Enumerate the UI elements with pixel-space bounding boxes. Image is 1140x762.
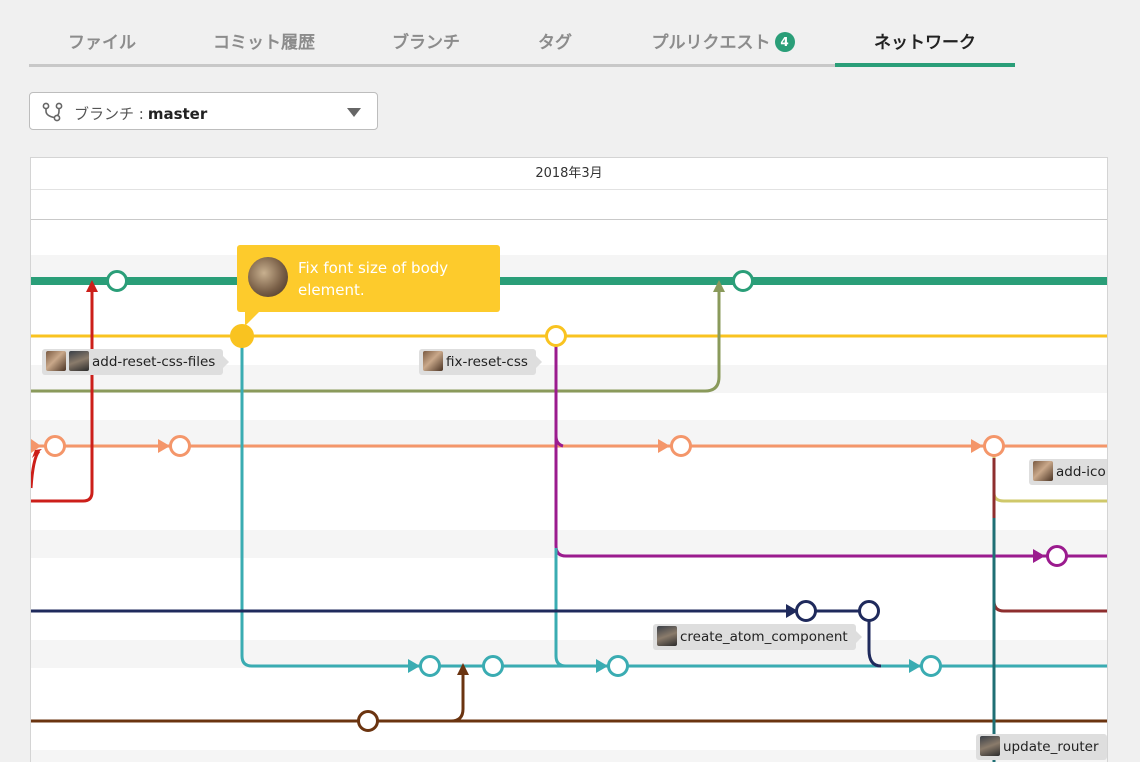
branch-label-update-router[interactable]: update_router xyxy=(976,734,1107,760)
branch-label-text: add-reset-css-files xyxy=(92,354,216,370)
tab-files[interactable]: ファイル xyxy=(29,28,175,64)
tab-tags[interactable]: タグ xyxy=(505,28,605,64)
tab-pull-requests-label: プルリクエスト xyxy=(651,33,771,53)
branch-value: master xyxy=(147,105,208,123)
branch-label-add-ico[interactable]: add-ico xyxy=(1029,459,1107,485)
branch-prefix-text: ブランチ : xyxy=(74,105,144,123)
branch-label-text: add-ico xyxy=(1056,464,1106,480)
tab-files-label: ファイル xyxy=(68,33,136,53)
pull-request-count-badge: 4 xyxy=(774,32,795,52)
tab-network-label: ネットワーク xyxy=(874,33,976,53)
tab-branches-label: ブランチ xyxy=(392,33,460,53)
tab-tags-label: タグ xyxy=(538,33,572,53)
avatar xyxy=(46,351,66,371)
branch-icon xyxy=(42,102,63,122)
tab-pull-requests[interactable]: プルリクエスト 4 xyxy=(618,28,828,64)
avatar xyxy=(248,257,288,297)
branch-label-text: create_atom_component xyxy=(680,629,848,645)
tab-branches[interactable]: ブランチ xyxy=(350,28,502,64)
tab-commit-history[interactable]: コミット履歴 xyxy=(180,28,348,64)
chevron-down-icon xyxy=(347,108,361,117)
branch-label-fix-reset-css[interactable]: fix-reset-css xyxy=(419,349,542,375)
commit-tooltip: Fix font size of body element. xyxy=(237,245,500,326)
avatar xyxy=(657,626,677,646)
avatar xyxy=(69,351,89,371)
avatar xyxy=(423,351,443,371)
tab-network[interactable]: ネットワーク xyxy=(835,28,1015,64)
network-graph[interactable]: 2018年3月 Fix font size of body element. a… xyxy=(30,157,1108,762)
tooltip-text: Fix font size of body element. xyxy=(298,259,449,299)
tab-commit-history-label: コミット履歴 xyxy=(213,33,315,53)
avatar xyxy=(1033,461,1053,481)
network-lines xyxy=(31,270,1107,762)
active-tab-indicator xyxy=(835,63,1015,67)
branch-label-add-reset-css-files[interactable]: add-reset-css-files xyxy=(42,349,230,375)
branch-label-text: update_router xyxy=(1003,739,1099,755)
branch-label-text: fix-reset-css xyxy=(446,354,528,370)
branch-select[interactable]: ブランチ : master xyxy=(29,92,378,130)
branch-select-label: ブランチ : master xyxy=(74,103,207,124)
avatar xyxy=(980,736,1000,756)
branch-label-create-atom-component[interactable]: create_atom_component xyxy=(653,624,862,650)
